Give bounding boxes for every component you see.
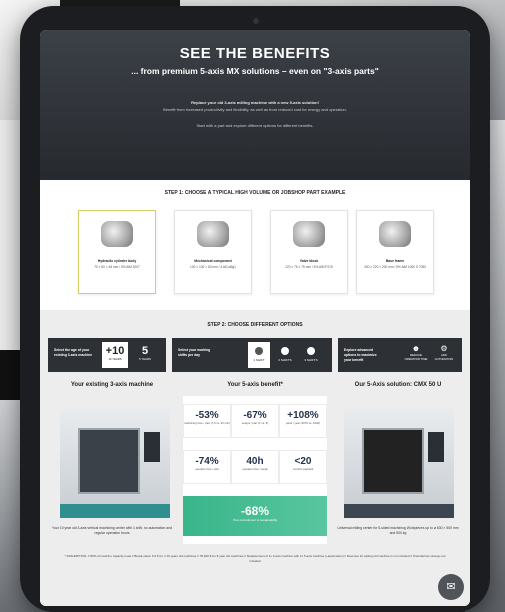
hero-banner: SEE THE BENEFITS ... from premium 5-axis… bbox=[40, 30, 470, 180]
chat-icon[interactable]: ✉ bbox=[438, 574, 464, 600]
part-name: Hydraulic cylinder body bbox=[97, 259, 137, 263]
benefit-unit: machining time / part (7.9 vs. 32 min) bbox=[184, 421, 231, 425]
shift-icon bbox=[307, 347, 315, 355]
part-image bbox=[293, 221, 325, 247]
machine-door bbox=[362, 428, 424, 494]
machine-door bbox=[78, 428, 140, 494]
operator-icon: ☻ bbox=[411, 344, 421, 353]
age-option-10[interactable]: +10 10 YEARS bbox=[102, 342, 128, 368]
hero-title: SEE THE BENEFITS bbox=[179, 45, 331, 62]
camera-icon bbox=[253, 18, 259, 24]
benefit-tile: -67% setups / part (1 vs. 3) bbox=[231, 404, 279, 438]
shift-label: Select your working shifts per day bbox=[178, 348, 211, 357]
assumption-footnote: * ASSUMPTION: // 80% of machine capacity… bbox=[64, 554, 446, 563]
part-card-valve[interactable]: Valve block 120 × 76 × 75 mm / 5% AlM P2… bbox=[270, 210, 348, 294]
machine-base bbox=[60, 504, 170, 518]
age-selector: Select the age of your existing 3-axis m… bbox=[48, 338, 166, 372]
solution-title: Our 5-Axis solution: CMX 50 U bbox=[354, 382, 442, 388]
benefit-unit: operator time / week bbox=[242, 467, 268, 471]
benefit-unit: setups / part (1 vs. 3) bbox=[241, 421, 269, 425]
option-text: REDUCE OPERATOR TIME bbox=[404, 353, 428, 361]
age-value: +10 bbox=[105, 345, 125, 357]
benefit-unit: parts / year (2076 vs. 1000) bbox=[285, 421, 321, 425]
part-name: Mechanical component bbox=[194, 259, 232, 263]
benefit-value: 40h bbox=[246, 456, 264, 467]
part-image bbox=[101, 221, 133, 247]
existing-title: Your existing 3-axis machine bbox=[70, 382, 154, 388]
shift-icon bbox=[281, 347, 289, 355]
age-unit: 5 YEARS bbox=[139, 357, 151, 361]
hero-instruction: Start with a part and explore different … bbox=[196, 123, 314, 128]
part-dims: 120 × 76 × 75 mm / 5% AlM P276 bbox=[285, 265, 333, 269]
age-label: Select the age of your existing 3-axis m… bbox=[54, 348, 93, 357]
benefit-tile: +108% parts / year (2076 vs. 1000) bbox=[279, 404, 327, 438]
age-option-5[interactable]: 5 5 YEARS bbox=[132, 342, 158, 368]
co2-value: -68% bbox=[240, 504, 269, 518]
machine-base bbox=[344, 504, 454, 518]
tablet-screen: SEE THE BENEFITS ... from premium 5-axis… bbox=[40, 30, 470, 606]
machine-panel bbox=[144, 432, 160, 462]
part-dims: 100 × 100 × 63 mm / 4 AlCuMg1 bbox=[190, 265, 236, 269]
option-reduce-operator-time[interactable]: ☻ REDUCE OPERATOR TIME bbox=[404, 342, 428, 368]
co2-savings-banner: -68% Your commitment to sustainability bbox=[183, 496, 327, 536]
benefit-value: -67% bbox=[243, 410, 267, 421]
shift-option-2[interactable]: 2 SHIFTS bbox=[274, 342, 296, 368]
part-card-frame[interactable]: Base frame 300 × 220 × 200 mm / 5% AlM 1… bbox=[356, 210, 434, 294]
part-image bbox=[379, 221, 411, 247]
benefit-tile: <20 months payback bbox=[279, 450, 327, 484]
part-card-hydraulic[interactable]: Hydraulic cylinder body 70 × 60 × 46 mm … bbox=[78, 210, 156, 294]
shift-icon bbox=[255, 347, 263, 355]
benefit-unit: months payback bbox=[292, 467, 314, 471]
advanced-options: Explore advanced options to maximize you… bbox=[338, 338, 462, 372]
shift-text: 3 SHIFTS bbox=[304, 358, 318, 362]
benefit-value: -53% bbox=[195, 410, 219, 421]
hero-subtitle: ... from premium 5-axis MX solutions – e… bbox=[131, 66, 379, 76]
hero-description: Benefit from increased productivity and … bbox=[163, 107, 347, 112]
benefit-value: +108% bbox=[287, 410, 319, 421]
machine-panel bbox=[428, 432, 444, 462]
robot-arm-icon: ⚙ bbox=[440, 344, 448, 353]
option-add-automation[interactable]: ⚙ ADD AUTOMATION bbox=[432, 342, 456, 368]
option-text: ADD AUTOMATION bbox=[434, 353, 454, 361]
part-card-mechanical[interactable]: Mechanical component 100 × 100 × 63 mm /… bbox=[174, 210, 252, 294]
step1-title: STEP 1: CHOOSE A TYPICAL HIGH VOLUME OR … bbox=[164, 190, 346, 196]
benefit-value: -74% bbox=[195, 456, 219, 467]
benefit-value: <20 bbox=[294, 456, 312, 467]
hero-intro: Replace your old 3-axis milling machine … bbox=[191, 100, 319, 105]
existing-caption: Your 10 year old 3-axis vertical machini… bbox=[52, 526, 172, 535]
step2-title: STEP 2: CHOOSE DIFFERENT OPTIONS bbox=[207, 322, 303, 328]
shift-option-1[interactable]: 1 SHIFT bbox=[248, 342, 270, 368]
part-name: Valve block bbox=[299, 259, 319, 263]
part-dims: 300 × 220 × 200 mm / 5% AlM 1060 S 7050 bbox=[364, 265, 426, 269]
benefit-title: Your 5-axis benefit* bbox=[227, 382, 283, 388]
solution-machine-image bbox=[344, 408, 454, 518]
shift-option-3[interactable]: 3 SHIFTS bbox=[300, 342, 322, 368]
advanced-label: Explore advanced options to maximize you… bbox=[344, 348, 377, 362]
tablet-frame: SEE THE BENEFITS ... from premium 5-axis… bbox=[20, 6, 490, 612]
age-unit: 10 YEARS bbox=[108, 357, 122, 361]
benefit-tile: -74% operator time / part bbox=[183, 450, 231, 484]
shift-text: 2 SHIFTS bbox=[278, 358, 292, 362]
benefit-unit: operator time / part bbox=[195, 467, 219, 471]
shift-selector: Select your working shifts per day 1 SHI… bbox=[172, 338, 332, 372]
part-image bbox=[197, 221, 229, 247]
co2-label: Your commitment to sustainability bbox=[232, 518, 278, 522]
part-name: Base frame bbox=[385, 259, 405, 263]
shift-text: 1 SHIFT bbox=[253, 358, 265, 362]
age-value: 5 bbox=[141, 345, 149, 357]
solution-caption: Universal milling center for 5-sided mac… bbox=[337, 526, 459, 535]
benefit-tile: -53% machining time / part (7.9 vs. 32 m… bbox=[183, 404, 231, 438]
benefit-tile: 40h operator time / week bbox=[231, 450, 279, 484]
existing-machine-image bbox=[60, 408, 170, 518]
part-dims: 70 × 60 × 46 mm / 5% AlM 2007 bbox=[94, 265, 140, 269]
